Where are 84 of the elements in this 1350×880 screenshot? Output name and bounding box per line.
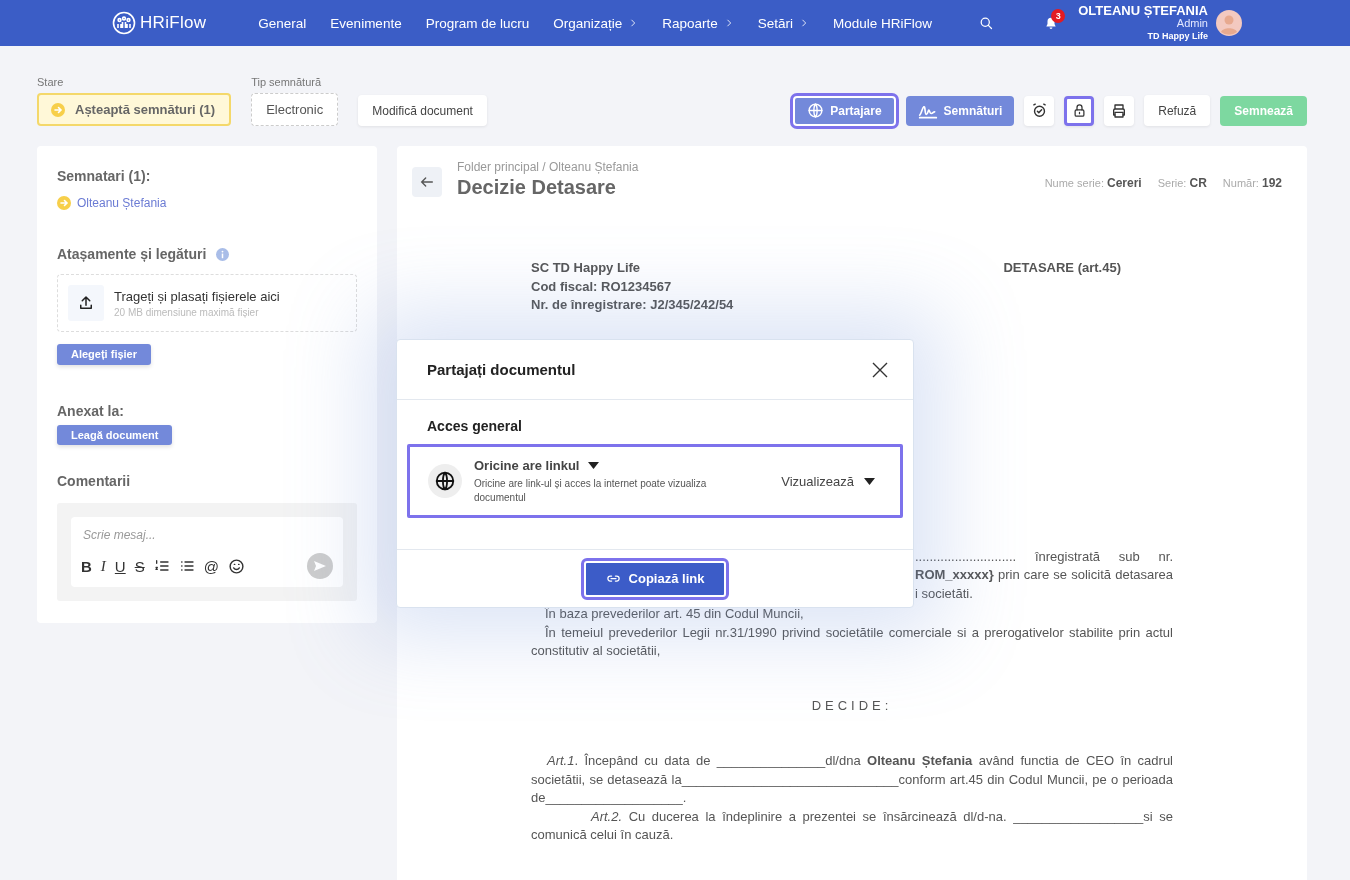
bullet-list-icon [178, 558, 195, 574]
breadcrumb: Folder principal / Olteanu Ștefania [457, 160, 639, 174]
company-info-line: Nr. de înregistrare: J2/345/242/54 [531, 296, 734, 314]
search-icon [979, 15, 995, 31]
lock-icon [1071, 103, 1087, 118]
text-line: i societăti. [915, 584, 974, 603]
access-description: Oricine are link-ul și acces la internet poate vizualiza documentul [474, 476, 708, 505]
access-dropdown[interactable]: Oricine are linkul [474, 457, 599, 473]
field-label: Stare [37, 76, 65, 88]
nav-link[interactable]: General [258, 15, 307, 31]
user-name: OLTEANU ȘTEFANIA [1078, 3, 1208, 17]
section-title: Anexat la: [57, 402, 125, 419]
signatures-button[interactable]: Semnături [905, 95, 1015, 126]
meta-label: Număr: [1222, 177, 1259, 189]
paragraph: În temeiul prevederilor Legii nr.31/1990 privind societătile comerciale si a prerogativelor stabilite prin actul constitutiv al societătii, [531, 623, 1173, 660]
meta-value: Cereri [1107, 176, 1142, 190]
caret-down-icon [587, 461, 599, 469]
send-icon [313, 559, 327, 573]
numbered-list-icon [153, 558, 170, 574]
section-heading: DECIDE: [810, 696, 894, 715]
field-label: Tip semnătură [251, 76, 323, 88]
meta-value: 192 [1261, 176, 1282, 190]
share-button[interactable]: Partajare [793, 95, 896, 126]
company-name: TD Happy Life [1146, 29, 1208, 43]
comment-editor[interactable]: Scrie mesaj... B I U S @ [71, 517, 343, 587]
logo-icon [112, 11, 136, 35]
nav-link[interactable]: Module HRiFlow [833, 15, 933, 31]
underline-button[interactable]: U [114, 557, 126, 575]
globe-icon [434, 470, 456, 492]
choose-file-button[interactable]: Alegeți fișier [57, 344, 152, 365]
refuse-button[interactable]: Refuză [1144, 95, 1211, 126]
nav-link[interactable]: Evenimente [330, 15, 402, 31]
document-heading: DETASARE (art.45) [1003, 259, 1121, 277]
caret-down-icon [864, 477, 875, 485]
printer-icon [1111, 102, 1128, 119]
smiley-icon [227, 557, 245, 575]
meta-value: CR [1189, 176, 1207, 190]
text-line: ............................ înregistrată sub nr. [915, 547, 1173, 566]
globe-icon [807, 102, 825, 119]
section-title: Semnatari (1): [57, 168, 152, 184]
edit-document-button[interactable]: Modifică document [358, 95, 487, 126]
meta-label: Nume serie: [1044, 177, 1104, 189]
user-role: Admin [1176, 16, 1208, 30]
section-title: Atașamente și legături [57, 246, 207, 262]
text-line: ROM_xxxxx} prin care se solicită detasarea [915, 566, 1173, 584]
bold-button[interactable]: B [81, 557, 92, 575]
section-title: Comentarii [57, 473, 132, 489]
copy-link-button[interactable]: Copiază link [583, 560, 727, 597]
mention-button[interactable]: @ [203, 557, 219, 575]
nav-link[interactable]: Rapoarte [662, 15, 734, 31]
article-paragraph: Art.1. Începând cu data de _______________dl/dna Olteanu Ștefania având functia de CEO în cadrul societătii, se detasează la______________________________conform art.45 din Codul Muncii, pe o perioada de___________________. [531, 752, 1173, 807]
nav-link[interactable]: Organizație [553, 15, 639, 31]
document-title: Decizie Detasare [457, 176, 617, 199]
arrow-right-icon [51, 102, 65, 117]
dropzone-title: Trageți și plasați fișierele aici [114, 288, 280, 304]
meta-label: Serie: [1157, 177, 1187, 189]
back-arrow-icon [419, 174, 435, 190]
back-button[interactable] [412, 167, 442, 197]
status-button[interactable]: Așteaptă semnături (1) [37, 93, 232, 126]
section-title: Acces general [427, 418, 523, 434]
company-info-line: Cod fiscal: RO1234567 [531, 277, 673, 296]
lock-button[interactable] [1064, 95, 1095, 126]
file-dropzone[interactable]: Trageți și plasați fișierele aici 20 MB dimensiune maximă fișier [57, 274, 357, 332]
alarm-button[interactable] [1024, 95, 1055, 126]
article-paragraph: Art.2. Cu ducerea la îndeplinire a prezentei se însărcinează dl/d-na. __________________si se comunică celui în cauză. [531, 807, 1173, 844]
strikethrough-button[interactable]: S [134, 557, 145, 575]
alarm-clock-icon [1030, 102, 1048, 119]
nav-link[interactable]: Program de lucru [425, 15, 530, 31]
arrow-right-icon [57, 196, 71, 210]
brand-name: HRiFlow [140, 13, 207, 33]
nav-link[interactable]: Setări [757, 15, 810, 31]
upload-icon [77, 294, 95, 312]
italic-button[interactable]: I [100, 557, 106, 575]
dialog-title: Partajați documentul [427, 361, 576, 378]
link-document-button[interactable]: Leagă document [57, 424, 173, 445]
avatar[interactable] [1216, 10, 1242, 36]
permission-dropdown[interactable]: Vizualizează [781, 473, 875, 489]
close-button[interactable] [872, 361, 888, 378]
signer-link[interactable]: Olteanu Ștefania [77, 196, 167, 210]
company-info-line: SC TD Happy Life [531, 259, 642, 277]
signature-type-field[interactable]: Electronic [251, 93, 339, 126]
dropzone-hint: 20 MB dimensiune maximă fișier [114, 306, 260, 318]
notification-badge: 3 [1051, 8, 1066, 23]
print-button[interactable] [1104, 95, 1135, 126]
